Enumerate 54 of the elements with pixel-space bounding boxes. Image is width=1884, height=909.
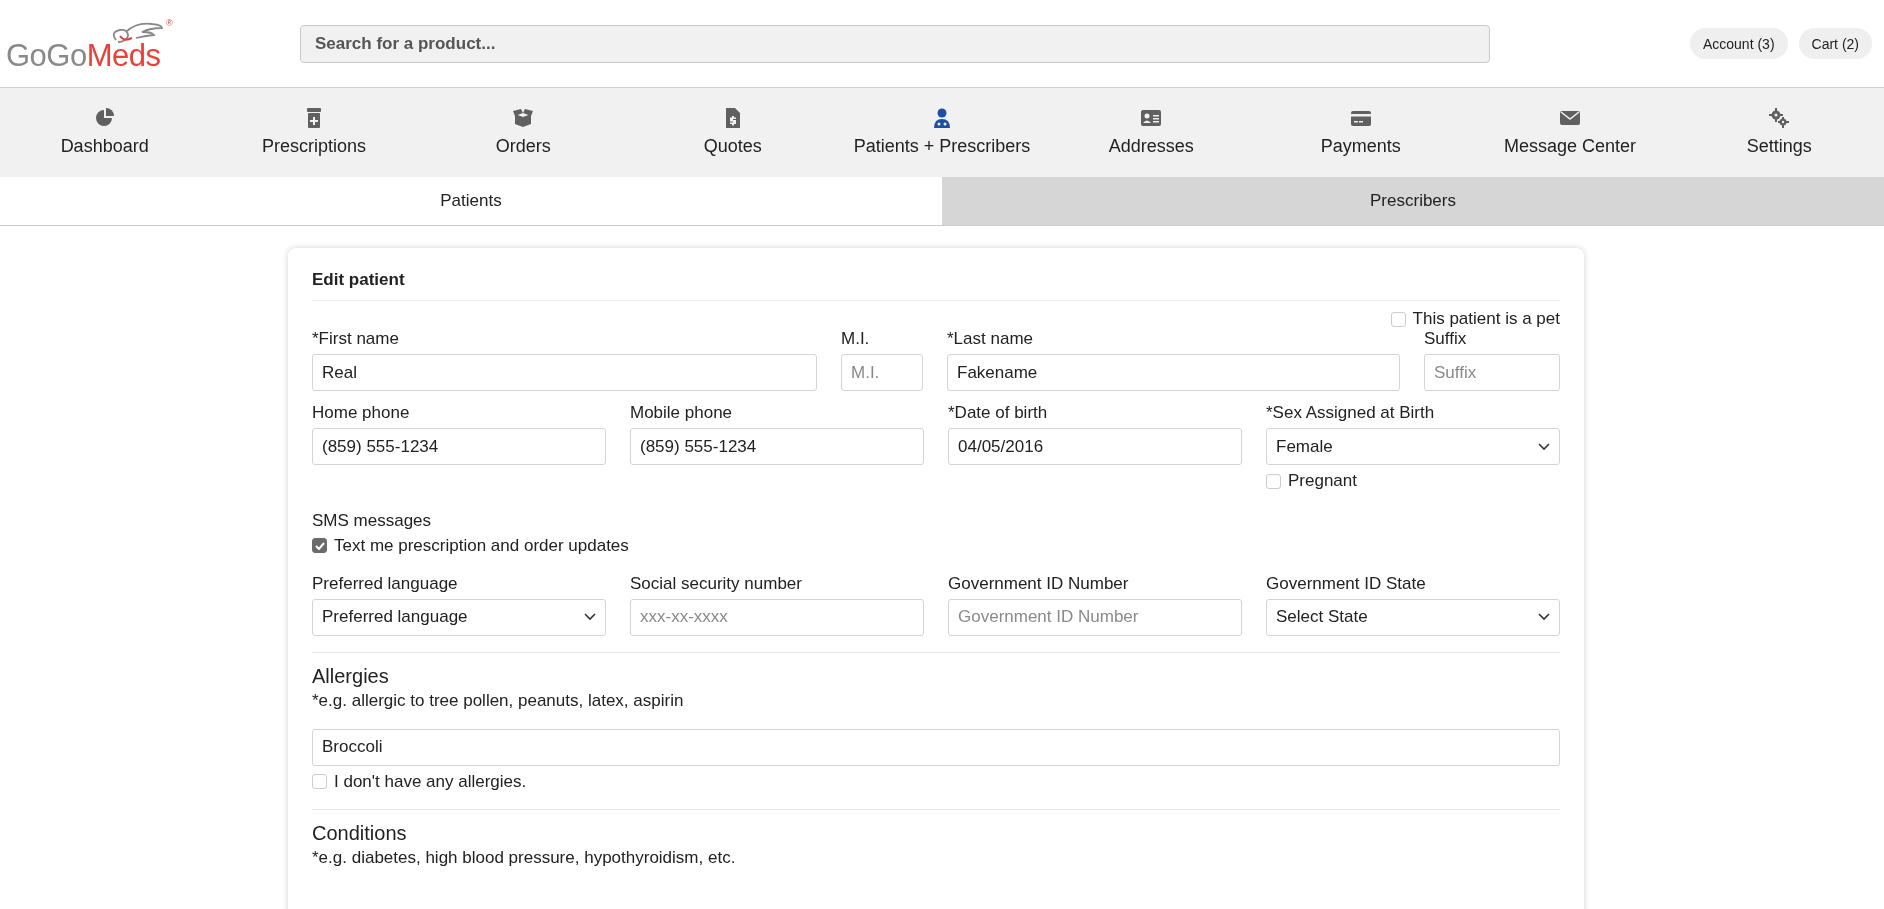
section-label: SMS messages	[312, 510, 433, 531]
checkbox-label: This patient is a pet	[1412, 309, 1560, 329]
input-field[interactable]: Fakename	[947, 354, 1400, 391]
input-field[interactable]: M.I.	[841, 354, 923, 391]
nav-item[interactable]: Message Center	[1465, 88, 1675, 177]
field-label: *Date of birth	[948, 403, 1049, 423]
checkbox-label: Text me prescription and order updates	[334, 535, 629, 556]
input-field[interactable]: 04/05/2016	[948, 428, 1242, 465]
checkbox-label: I don't have any allergies.	[334, 771, 527, 792]
section-heading: Conditions	[312, 822, 408, 845]
logo-text: GoGoMeds	[6, 37, 161, 74]
nav-item[interactable]: Orders	[418, 88, 628, 177]
input-field[interactable]: xxx-xx-xxxx	[630, 598, 924, 636]
field-label: Government ID State	[1266, 573, 1427, 594]
hint-text: *e.g. allergic to tree pollen, peanuts, latex, aspirin	[312, 690, 685, 711]
header-button[interactable]: Cart (2)	[1798, 28, 1872, 59]
search-field[interactable]: Search for a product...	[300, 24, 1490, 63]
tab[interactable]: Prescribers	[942, 177, 1884, 225]
input-field[interactable]: Real	[312, 354, 817, 391]
input-field[interactable]: Suffix	[1424, 354, 1560, 391]
field-label: Social security number	[630, 573, 803, 594]
select-field[interactable]: Female	[1266, 428, 1560, 465]
form-title: Edit patient	[312, 270, 1560, 301]
hint-text: *e.g. diabetes, high blood pressure, hypothyroidism, etc.	[312, 848, 737, 868]
field-label: *Last name	[947, 329, 1034, 349]
select-field[interactable]: Select State	[1266, 598, 1560, 636]
field-label: Preferred language	[312, 573, 459, 594]
checkbox[interactable]	[312, 538, 327, 553]
input-field[interactable]: Government ID Number	[948, 598, 1242, 636]
nav-item[interactable]: Quotes	[628, 88, 838, 177]
input-field[interactable]: (859) 555-1234	[312, 428, 606, 465]
chevron-down-icon	[584, 613, 596, 621]
field-label: Mobile phone	[630, 403, 734, 423]
nav-item[interactable]: Addresses	[1046, 88, 1256, 177]
nav-item[interactable]: Patients + Prescribers	[837, 88, 1047, 177]
section-heading: Allergies	[312, 664, 390, 688]
input-field[interactable]: (859) 555-1234	[630, 428, 924, 465]
select-field[interactable]: Preferred language	[312, 598, 606, 636]
nav-item[interactable]: Payments	[1256, 88, 1466, 177]
field-label: Government ID Number	[948, 573, 1130, 594]
field-label: *Sex Assigned at Birth	[1266, 403, 1436, 423]
checkbox-label: Pregnant	[1288, 471, 1357, 491]
header-button[interactable]: Account (3)	[1689, 28, 1788, 59]
chevron-down-icon	[1538, 442, 1550, 451]
chevron-down-icon	[1538, 613, 1550, 621]
nav-item[interactable]: Dashboard	[0, 88, 210, 177]
nav-item[interactable]: Settings	[1674, 88, 1884, 177]
registered-mark: ®	[166, 17, 173, 28]
field-label: Suffix	[1424, 329, 1468, 349]
field-label: Home phone	[312, 403, 411, 423]
input-field[interactable]: Broccoli	[312, 728, 1560, 766]
field-label: M.I.	[841, 329, 871, 349]
field-label: *First name	[312, 329, 400, 349]
nav-item[interactable]: Prescriptions	[209, 88, 419, 177]
